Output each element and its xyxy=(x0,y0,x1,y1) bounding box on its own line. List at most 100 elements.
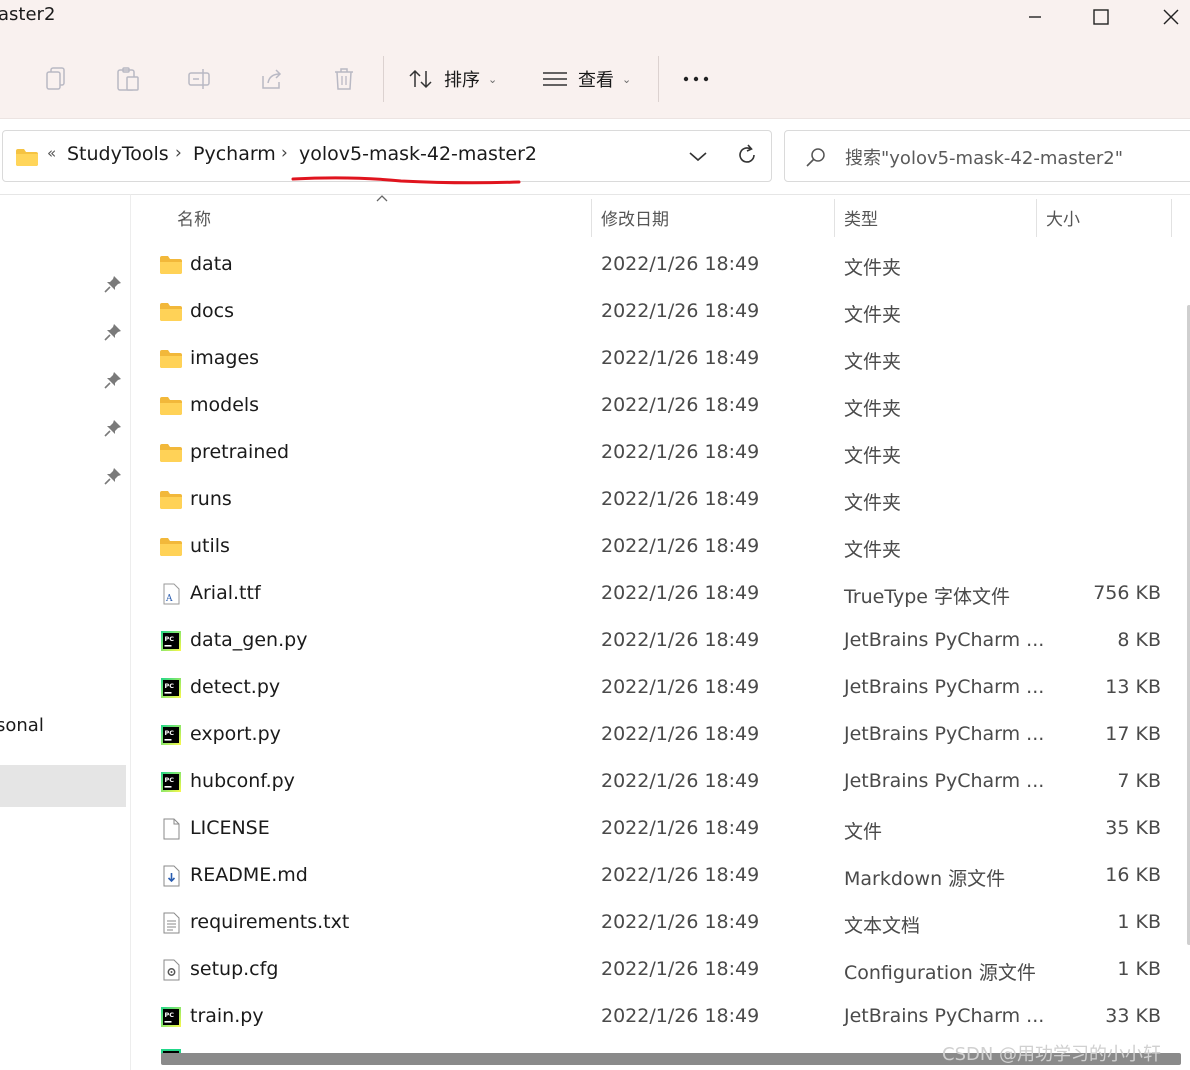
table-row[interactable]: PC export.py 2022/1/26 18:49 JetBrains PyCh… xyxy=(131,711,1190,758)
file-type: 文本文档 xyxy=(844,915,921,937)
column-header-type[interactable]: 类型 xyxy=(844,205,878,230)
file-name: Arial.ttf xyxy=(190,582,261,604)
paste-icon xyxy=(117,67,139,91)
column-divider[interactable] xyxy=(591,199,592,237)
file-date: 2022/1/26 18:49 xyxy=(601,911,760,933)
minimize-button[interactable] xyxy=(1000,0,1070,34)
folder-icon xyxy=(160,444,182,462)
close-button[interactable] xyxy=(1136,0,1190,34)
table-row[interactable]: data 2022/1/26 18:49 文件夹 xyxy=(131,241,1190,288)
column-header-size[interactable]: 大小 xyxy=(1046,205,1080,230)
table-row[interactable]: runs 2022/1/26 18:49 文件夹 xyxy=(131,476,1190,523)
file-name: requirements.txt xyxy=(190,911,350,933)
copy-button[interactable] xyxy=(40,62,72,96)
window-title: aster2 xyxy=(0,4,56,25)
table-row[interactable]: setup.cfg 2022/1/26 18:49 Configuration 源文… xyxy=(131,946,1190,993)
breadcrumb-studytools[interactable]: StudyTools xyxy=(67,143,169,165)
file-size: 35 KB xyxy=(1105,817,1161,839)
blank-file-icon xyxy=(163,818,180,840)
pycharm-file-icon: PC xyxy=(161,631,181,651)
table-row[interactable]: PC data_gen.py 2022/1/26 18:49 JetBrains Py… xyxy=(131,617,1190,664)
file-date: 2022/1/26 18:49 xyxy=(601,441,760,463)
file-type: 文件夹 xyxy=(844,539,902,561)
file-date: 2022/1/26 18:49 xyxy=(601,817,760,839)
folder-icon xyxy=(160,256,182,274)
paste-button[interactable] xyxy=(112,62,144,96)
column-header-date[interactable]: 修改日期 xyxy=(601,205,669,230)
table-row[interactable]: PC train.py 2022/1/26 18:49 JetBrains PyCha… xyxy=(131,993,1190,1040)
table-row[interactable]: docs 2022/1/26 18:49 文件夹 xyxy=(131,288,1190,335)
folder-icon xyxy=(160,350,182,368)
svg-text:A: A xyxy=(165,594,173,604)
breadcrumb-separator[interactable]: › xyxy=(281,143,288,163)
config-file-icon xyxy=(163,959,180,981)
file-name: models xyxy=(190,394,260,416)
table-row[interactable]: utils 2022/1/26 18:49 文件夹 xyxy=(131,523,1190,570)
table-row[interactable]: requirements.txt 2022/1/26 18:49 文本文档 1 KB xyxy=(131,899,1190,946)
column-header-name[interactable]: 名称 xyxy=(177,205,211,230)
file-type: Configuration 源文件 xyxy=(844,962,1036,984)
navigation-pane: sonal xyxy=(0,194,130,1070)
share-button[interactable] xyxy=(256,62,288,96)
nav-item-selected[interactable] xyxy=(0,765,126,807)
file-name: images xyxy=(190,347,260,369)
search-box[interactable]: 搜索"yolov5-mask-42-master2" xyxy=(784,130,1190,182)
more-options-button[interactable] xyxy=(680,62,712,96)
file-type: JetBrains PyCharm ... xyxy=(844,770,1045,792)
folder-icon xyxy=(16,149,38,166)
file-type: JetBrains PyCharm ... xyxy=(844,676,1045,698)
nav-item-personal[interactable]: sonal xyxy=(0,715,44,736)
minimize-icon xyxy=(1029,16,1041,18)
file-date: 2022/1/26 18:49 xyxy=(601,723,760,745)
table-row[interactable]: README.md 2022/1/26 18:49 Markdown 源文件 16 K… xyxy=(131,852,1190,899)
table-row[interactable]: PC hubconf.py 2022/1/26 18:49 JetBrains PyC… xyxy=(131,758,1190,805)
file-size: 8 KB xyxy=(1117,629,1161,651)
svg-text:PC: PC xyxy=(165,682,175,690)
table-row[interactable]: A Arial.ttf 2022/1/26 18:49 TrueType 字体文件 75… xyxy=(131,570,1190,617)
breadcrumb-current-folder[interactable]: yolov5-mask-42-master2 xyxy=(299,143,537,165)
breadcrumb-separator[interactable]: › xyxy=(175,143,182,163)
table-row[interactable]: LICENSE 2022/1/26 18:49 文件 35 KB xyxy=(131,805,1190,852)
rename-button[interactable] xyxy=(184,62,216,96)
pin-icon[interactable] xyxy=(104,371,122,389)
file-date: 2022/1/26 18:49 xyxy=(601,1005,760,1027)
search-input[interactable]: 搜索"yolov5-mask-42-master2" xyxy=(845,144,1123,170)
address-bar[interactable]: « StudyTools › Pycharm › yolov5-mask-42-… xyxy=(2,130,772,185)
view-menu-button[interactable]: 查看 ⌄ xyxy=(542,62,631,96)
pycharm-file-icon: PC xyxy=(161,678,181,698)
file-date: 2022/1/26 18:49 xyxy=(601,770,760,792)
table-row[interactable]: models 2022/1/26 18:49 文件夹 xyxy=(131,382,1190,429)
table-row[interactable]: images 2022/1/26 18:49 文件夹 xyxy=(131,335,1190,382)
pin-icon[interactable] xyxy=(104,419,122,437)
column-divider[interactable] xyxy=(1036,199,1037,237)
column-divider[interactable] xyxy=(834,199,835,237)
pin-icon[interactable] xyxy=(104,323,122,341)
file-name: export.py xyxy=(190,723,281,745)
share-icon xyxy=(262,69,282,89)
file-type: 文件夹 xyxy=(844,445,902,467)
pin-icon[interactable] xyxy=(104,467,122,485)
red-annotation-underline xyxy=(291,176,521,185)
chevron-down-icon[interactable] xyxy=(687,145,709,167)
search-icon xyxy=(806,148,825,167)
delete-button[interactable] xyxy=(328,62,360,96)
sort-icon xyxy=(409,69,432,89)
maximize-button[interactable] xyxy=(1066,0,1136,34)
table-row[interactable]: PC detect.py 2022/1/26 18:49 JetBrains PyCh… xyxy=(131,664,1190,711)
file-name: README.md xyxy=(190,864,308,886)
pin-icon[interactable] xyxy=(104,275,122,293)
more-icon xyxy=(683,76,709,82)
breadcrumb-pycharm[interactable]: Pycharm xyxy=(193,143,276,165)
sort-menu-button[interactable]: 排序 ⌄ xyxy=(408,62,497,96)
svg-text:PC: PC xyxy=(165,776,175,784)
toolbar-divider xyxy=(383,56,384,102)
table-row[interactable]: pretrained 2022/1/26 18:49 文件夹 xyxy=(131,429,1190,476)
refresh-icon[interactable] xyxy=(735,143,759,167)
file-name: runs xyxy=(190,488,232,510)
file-type: JetBrains PyCharm ... xyxy=(844,629,1045,651)
column-divider[interactable] xyxy=(1171,199,1172,237)
file-size: 7 KB xyxy=(1117,770,1161,792)
breadcrumb-overflow-button[interactable]: « xyxy=(47,144,56,162)
chevron-down-icon: ⌄ xyxy=(488,72,498,86)
file-size: 17 KB xyxy=(1105,723,1161,745)
